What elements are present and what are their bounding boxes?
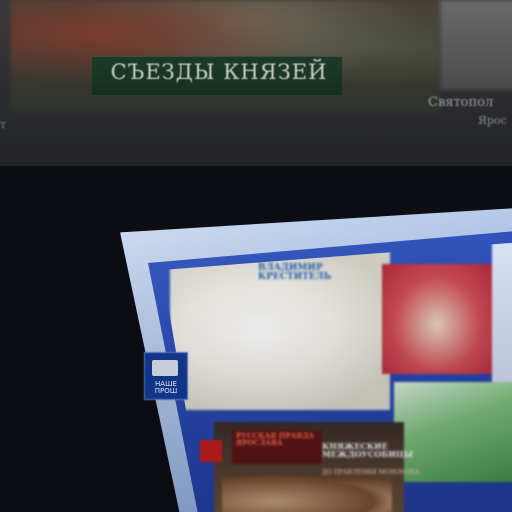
wall-left-fragment: т — [0, 118, 7, 131]
red-marker — [200, 440, 222, 462]
wall-caption: СЪЕЗДЫ КНЯЗЕЙ — [110, 60, 328, 84]
museum-scene: СЪЕЗДЫ КНЯЗЕЙ Святопол Ярос т ВЛАДИМИР К… — [0, 0, 512, 512]
tile-prince-portrait[interactable] — [382, 264, 492, 374]
kiosk-side-label: НАШЕ ПРОШ — [154, 380, 178, 396]
wall-right-sub: Ярос — [478, 114, 507, 127]
tile-feuds-portraits — [222, 474, 392, 512]
tile-baptism-title: ВЛАДИМИР КРЕСТИТЕЛЬ — [258, 263, 332, 283]
wall-right-painting — [440, 0, 512, 90]
kiosk-content[interactable]: ВЛАДИМИР КРЕСТИТЕЛЬ РУССКАЯ ПРАВДА ЯРОСЛ… — [162, 242, 512, 512]
tile-feuds-title-1: РУССКАЯ ПРАВДА ЯРОСЛАВА — [236, 431, 315, 448]
tile-feuds-title-2: КНЯЖЕСКИЕ МЕЖДОУСОБИЦЫ — [322, 441, 414, 460]
tile-right-edge[interactable] — [492, 242, 512, 382]
book-icon — [152, 360, 178, 376]
wall-right-caption: Святопол — [428, 95, 494, 110]
tile-battle[interactable] — [394, 382, 512, 482]
